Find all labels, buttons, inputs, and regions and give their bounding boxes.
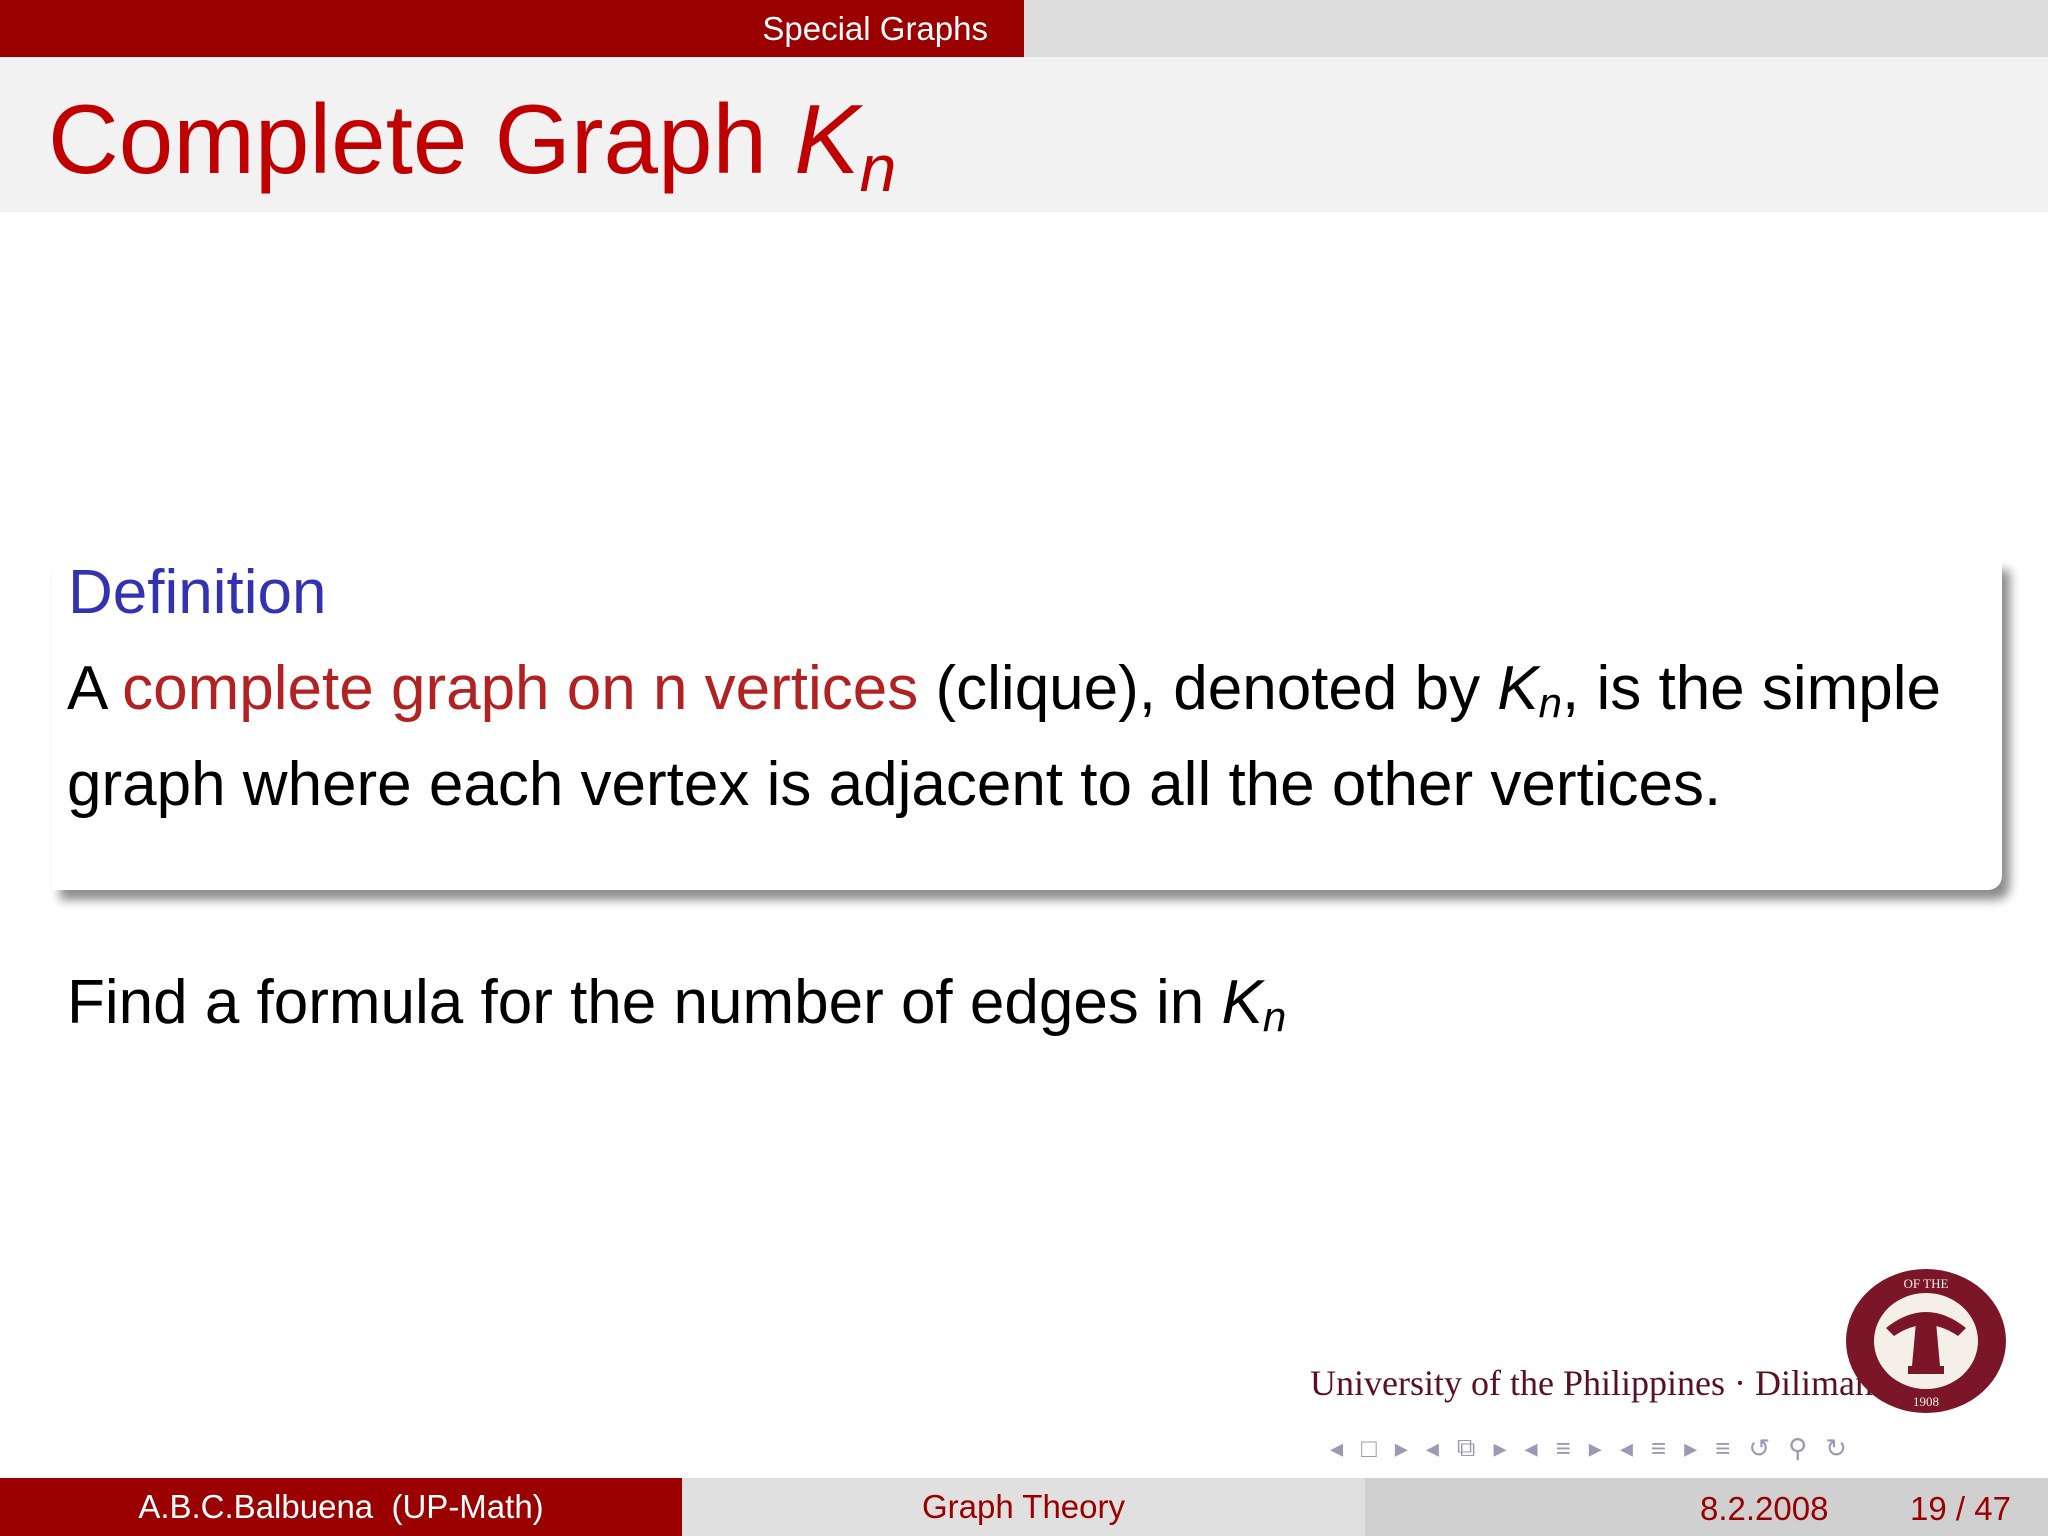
- nav-next-subsection-icon[interactable]: ▸: [1589, 1433, 1602, 1464]
- definition-mid: (clique), denoted by: [918, 654, 1498, 723]
- university-name: University of the Philippines · Diliman: [1310, 1363, 1873, 1403]
- section-title: Special Graphs: [762, 9, 988, 47]
- header-bar: Special Graphs: [0, 0, 2048, 57]
- footer-course-cell: Graph Theory: [682, 1478, 1365, 1536]
- nav-slide-icon[interactable]: ⧉: [1457, 1432, 1476, 1464]
- question-symbol: K: [1221, 968, 1263, 1037]
- section-label: Special Graphs: [0, 0, 1024, 57]
- footer-date: 8.2.2008: [1700, 1490, 1829, 1527]
- footer-author-cell: A.B.C.Balbuena (UP-Math): [0, 1478, 682, 1536]
- footer-info-cell: 8.2.2008 19 / 47: [1365, 1478, 2048, 1536]
- university-seal-icon: OF THE 1908: [1846, 1269, 2006, 1413]
- nav-prev-frame-icon[interactable]: ◂: [1330, 1433, 1343, 1464]
- question-text: Find a formula for the number of edges i…: [67, 972, 1286, 1038]
- nav-prev-section-icon[interactable]: ◂: [1620, 1433, 1633, 1464]
- nav-prev-slide-icon[interactable]: ◂: [1426, 1433, 1439, 1464]
- nav-next-frame-icon[interactable]: ▸: [1395, 1433, 1408, 1464]
- footer-author: A.B.C.Balbuena (UP-Math): [138, 1488, 544, 1525]
- seal-year-text: 1908: [1913, 1394, 1939, 1409]
- nav-next-section-icon[interactable]: ▸: [1684, 1433, 1697, 1464]
- definition-pre: A: [67, 654, 123, 723]
- nav-toc-icon[interactable]: ≡: [1715, 1433, 1730, 1464]
- question-subscript: n: [1262, 993, 1287, 1040]
- footer-bar: A.B.C.Balbuena (UP-Math) Graph Theory 8.…: [0, 1478, 2048, 1536]
- nav-forward-icon[interactable]: ↻: [1825, 1433, 1847, 1464]
- nav-next-slide-icon[interactable]: ▸: [1493, 1433, 1506, 1464]
- nav-subsection-icon[interactable]: ≡: [1556, 1433, 1571, 1464]
- title-text: Complete Graph: [48, 84, 795, 194]
- seal-top-text: OF THE: [1904, 1276, 1949, 1291]
- navigation-bar: ◂ □ ▸ ◂ ⧉ ▸ ◂ ≡ ▸ ◂ ≡ ▸ ≡ ↺ ⚲ ↻: [1330, 1430, 1847, 1466]
- nav-frame-icon[interactable]: □: [1361, 1433, 1377, 1464]
- definition-subscript: n: [1538, 679, 1563, 726]
- definition-heading: Definition: [68, 558, 327, 627]
- definition-highlight: complete graph on n vertices: [122, 654, 919, 723]
- question-body: Find a formula for the number of edges i…: [67, 968, 1222, 1037]
- footer-page-number: 19 / 47: [1910, 1490, 2011, 1527]
- nav-section-icon[interactable]: ≡: [1651, 1433, 1666, 1464]
- title-symbol: K: [794, 84, 860, 194]
- title-subscript: n: [859, 131, 897, 205]
- slide-title: Complete Graph Kn: [48, 90, 896, 201]
- nav-prev-subsection-icon[interactable]: ◂: [1525, 1433, 1538, 1464]
- definition-symbol: K: [1497, 654, 1539, 723]
- nav-search-icon[interactable]: ⚲: [1788, 1433, 1807, 1464]
- nav-back-icon[interactable]: ↺: [1748, 1433, 1770, 1464]
- definition-body: A complete graph on n vertices (clique),…: [67, 648, 1977, 826]
- footer-course: Graph Theory: [922, 1488, 1125, 1525]
- header-bar-right: [1024, 0, 2048, 57]
